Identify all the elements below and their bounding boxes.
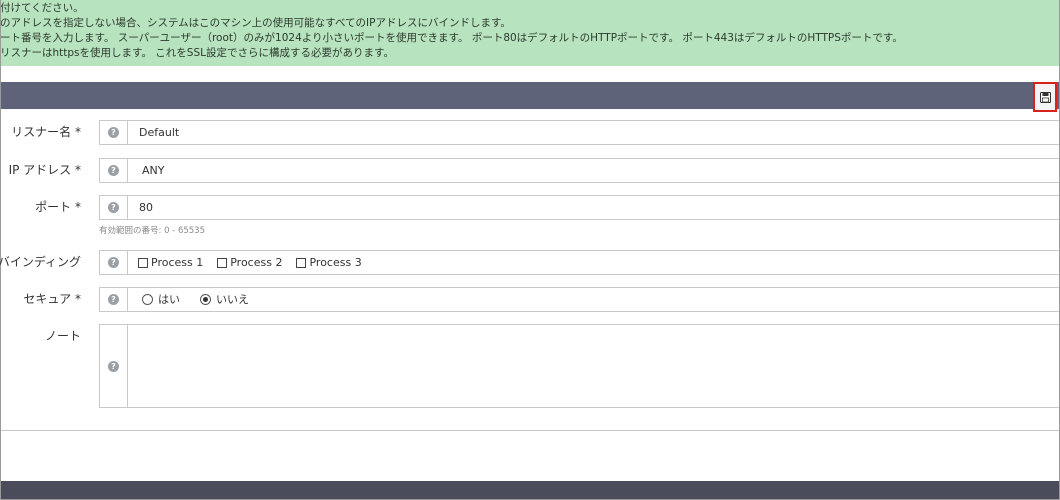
binding-option-process-1[interactable]: Process 1 — [138, 251, 203, 274]
save-button[interactable] — [1033, 82, 1057, 112]
port-label: ポート * — [35, 200, 81, 214]
checkbox-label: Process 3 — [309, 256, 362, 269]
port-input[interactable]: 80 — [127, 195, 1059, 220]
checkbox-label: Process 1 — [151, 256, 204, 269]
checkbox[interactable] — [296, 257, 307, 268]
help-icon: ? — [108, 127, 119, 138]
notes-label: ノート — [44, 329, 81, 343]
form-divider — [1, 430, 1059, 431]
info-banner: 付けてください。 のアドレスを指定しない場合、システムはこのマシン上の使用可能な… — [1, 0, 1059, 66]
secure-options: はい いいえ — [127, 287, 1059, 312]
info-line: のアドレスを指定しない場合、システムはこのマシン上の使用可能なすべてのIPアドレ… — [1, 17, 511, 29]
help-button[interactable]: ? — [99, 324, 128, 408]
save-icon — [1039, 91, 1051, 103]
checkbox-label: Process 2 — [230, 256, 283, 269]
info-line: ート番号を入力します。 スーパーユーザー（root）のみが1024より小さいポー… — [1, 32, 903, 44]
help-button[interactable]: ? — [99, 287, 128, 312]
help-icon: ? — [108, 360, 119, 372]
secure-option-no[interactable]: いいえ — [200, 288, 249, 311]
radio-button[interactable] — [142, 294, 153, 305]
help-button[interactable]: ? — [99, 120, 128, 145]
secure-option-yes[interactable]: はい — [142, 288, 180, 311]
ip-address-label: IP アドレス * — [8, 163, 81, 177]
binding-options: Process 1 Process 2 Process 3 — [127, 250, 1059, 275]
help-icon: ? — [108, 294, 119, 305]
help-icon: ? — [108, 165, 119, 176]
help-button[interactable]: ? — [99, 250, 128, 275]
checkbox[interactable] — [217, 257, 228, 268]
section-header-bar — [1, 82, 1059, 112]
help-icon: ? — [108, 202, 119, 213]
radio-label: いいえ — [216, 293, 249, 306]
radio-button-selected[interactable] — [200, 294, 211, 305]
notes-textarea[interactable] — [127, 324, 1059, 408]
help-icon: ? — [108, 257, 119, 268]
listener-name-input[interactable]: Default — [127, 120, 1059, 145]
binding-option-process-2[interactable]: Process 2 — [217, 251, 282, 274]
ip-address-select[interactable]: ANY — [127, 158, 1059, 183]
binding-option-process-3[interactable]: Process 3 — [296, 251, 362, 274]
info-line: 付けてください。 — [1, 2, 84, 14]
listener-name-label: リスナー名 * — [11, 125, 81, 139]
secure-label: セキュア * — [23, 292, 81, 306]
help-button[interactable]: ? — [99, 195, 128, 220]
help-button[interactable]: ? — [99, 158, 128, 183]
info-line: リスナーはhttpsを使用します。 これをSSL設定でさらに構成する必要がありま… — [1, 47, 394, 59]
radio-label: はい — [158, 293, 180, 306]
footer-bar — [1, 481, 1059, 499]
port-range-hint: 有効範囲の番号: 0 - 65535 — [99, 226, 205, 236]
checkbox[interactable] — [138, 257, 148, 268]
binding-label: バインディング — [0, 255, 81, 269]
